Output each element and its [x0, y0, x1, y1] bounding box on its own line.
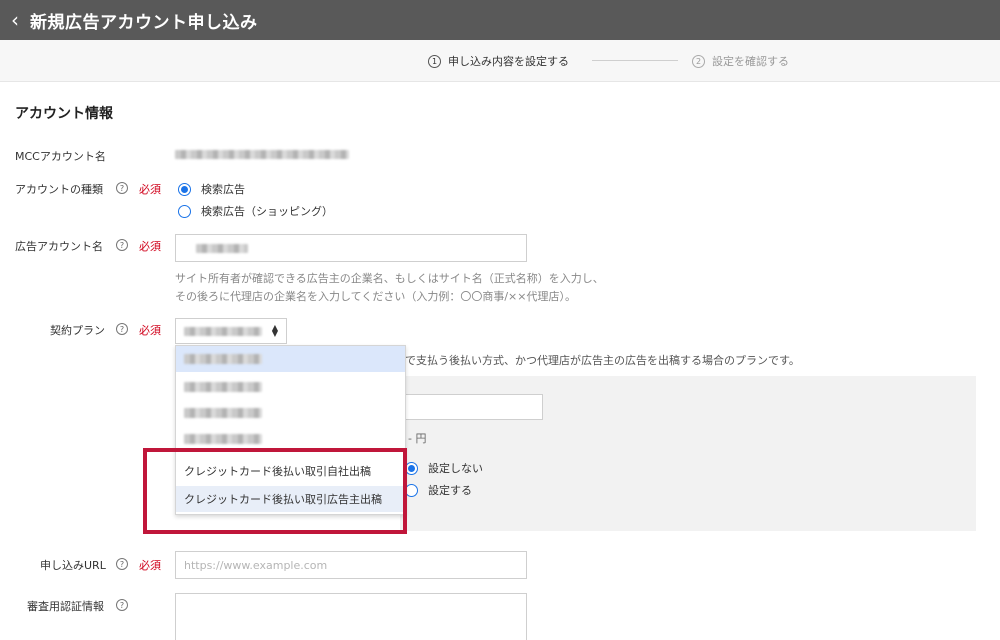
plan-select[interactable]: ▲ ▼	[175, 318, 287, 344]
radio-search-ads[interactable]: 検索広告	[178, 181, 245, 197]
radio-setting[interactable]: 設定する	[405, 482, 472, 498]
option-redacted	[184, 354, 262, 364]
radio-label: 検索広告	[201, 183, 245, 196]
url-label: 申し込みURL	[40, 559, 106, 572]
review-textarea[interactable]	[175, 593, 527, 640]
mcc-label: MCCアカウント名	[15, 150, 106, 163]
radio-label: 設定する	[428, 484, 472, 497]
plan-label: 契約プラン	[50, 324, 105, 337]
option-redacted	[184, 382, 262, 392]
top-bar: ‹ 新規広告アカウント申し込み	[0, 0, 1000, 40]
step-number: 1	[428, 54, 441, 68]
option-redacted	[184, 408, 262, 418]
page-title: 新規広告アカウント申し込み	[30, 12, 258, 33]
highlight-box	[143, 448, 407, 534]
review-label: 審査用認証情報	[27, 600, 104, 613]
help-icon[interactable]: ?	[116, 323, 128, 335]
dropdown-option[interactable]	[176, 400, 405, 426]
account-name-help-line1: サイト所有者が確認できる広告主の企業名、もしくはサイト名（正式名称）を入力し、	[175, 272, 604, 285]
help-icon[interactable]: ?	[116, 182, 128, 194]
plan-description: で支払う後払い方式、かつ代理店が広告主の広告を出稿する場合のプランです。	[405, 354, 800, 367]
account-name-input[interactable]	[175, 234, 527, 262]
required-badge: 必須	[139, 324, 161, 337]
help-icon[interactable]: ?	[116, 599, 128, 611]
account-name-help-line2: その後ろに代理店の企業名を入力してください（入力例：〇〇商事/××代理店）。	[175, 290, 576, 303]
select-arrows-icon: ▲ ▼	[271, 323, 278, 338]
step-number: 2	[692, 54, 705, 68]
chevron-left-icon[interactable]: ‹	[0, 0, 30, 40]
dropdown-option[interactable]	[176, 374, 405, 400]
account-name-label: 広告アカウント名	[15, 240, 103, 253]
radio-label: 設定しない	[428, 462, 483, 475]
help-icon[interactable]: ?	[116, 239, 128, 251]
help-icon[interactable]: ?	[116, 558, 128, 570]
url-input[interactable]	[175, 551, 527, 579]
option-redacted	[184, 434, 262, 444]
step-label: 設定を確認する	[712, 55, 789, 68]
mcc-value-redacted	[175, 150, 349, 159]
account-name-value-redacted	[196, 244, 248, 253]
account-type-label: アカウントの種類	[15, 183, 103, 196]
required-badge: 必須	[139, 183, 161, 196]
step-label: 申し込み内容を設定する	[448, 55, 569, 68]
step-2: 2 設定を確認する	[692, 53, 789, 69]
radio-label: 検索広告（ショッピング）	[201, 205, 333, 218]
section-heading: アカウント情報	[15, 106, 113, 122]
radio-button[interactable]	[178, 182, 191, 196]
required-badge: 必須	[139, 240, 161, 253]
radio-button[interactable]	[178, 204, 191, 218]
panel-amount-unit: - 円	[408, 432, 427, 445]
step-1: 1 申し込み内容を設定する	[428, 53, 569, 69]
step-connector	[592, 60, 678, 61]
radio-shopping-ads[interactable]: 検索広告（ショッピング）	[178, 203, 333, 219]
required-badge: 必須	[139, 559, 161, 572]
plan-selected-redacted	[184, 326, 262, 336]
panel-amount-input[interactable]	[400, 394, 543, 420]
radio-no-setting[interactable]: 設定しない	[405, 460, 483, 476]
dropdown-option[interactable]	[176, 346, 405, 372]
